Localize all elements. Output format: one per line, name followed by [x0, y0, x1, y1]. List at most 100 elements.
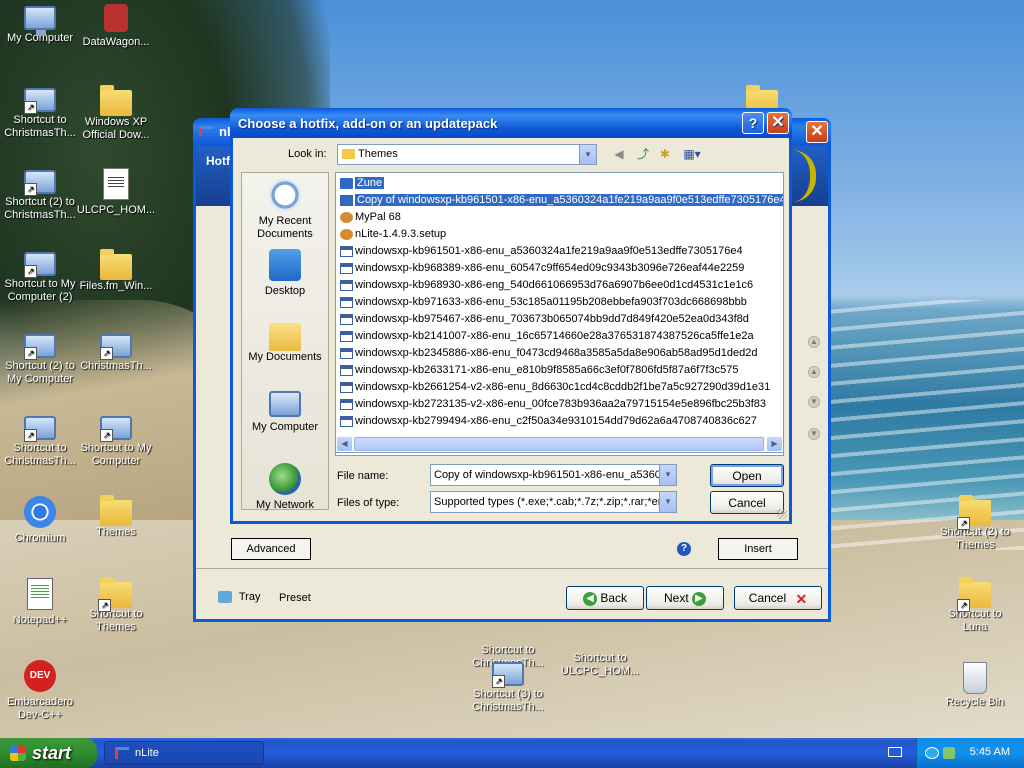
safely-remove-icon[interactable] — [943, 747, 955, 759]
file-list-item[interactable]: windowsxp-kb2799494-x86-enu_c2f50a34e931… — [338, 413, 783, 430]
desktop-icon-shortcut-my-computer-2[interactable]: Shortcut to My Computer (2) — [0, 250, 80, 304]
desktop-icon-chromium[interactable]: Chromium — [0, 496, 80, 545]
desktop-icon-shortcut-christmas[interactable]: Shortcut to ChristmasTh... — [0, 86, 80, 140]
chevron-down-icon[interactable]: ▼ — [659, 465, 676, 485]
file-list-item[interactable]: Copy of windowsxp-kb961501-x86-enu_a5360… — [338, 192, 783, 209]
tray-label: Tray — [238, 591, 261, 603]
up-folder-icon[interactable]: ⤴ — [635, 146, 651, 162]
chevron-down-icon[interactable]: ▼ — [579, 145, 596, 164]
desktop-icon-shortcut-luna[interactable]: Shortcut to Luna — [935, 577, 1015, 634]
desktop-icon-christmas[interactable]: ChristmasTh... — [76, 332, 156, 373]
application-icon — [340, 212, 353, 223]
view-menu-icon[interactable]: ▦▾ — [681, 146, 703, 162]
desktop-icon-shortcut-ulcpc[interactable]: Shortcut to ULCPC_HOM... — [560, 616, 640, 678]
desktop-icon-shortcut2-my-computer[interactable]: Shortcut (2) to My Computer — [0, 332, 80, 386]
move-down-icon[interactable]: ▼ — [808, 396, 820, 408]
file-name: nLite-1.4.9.3.setup — [355, 228, 447, 240]
desktop-icon-themes[interactable]: Themes — [76, 495, 156, 539]
desktop-icon-label: Windows XP Official Dow... — [82, 116, 150, 141]
cancel-button[interactable]: Cancel — [710, 491, 784, 514]
taskbar-item-label: nLite — [135, 747, 159, 759]
desktop-icon-datawagon[interactable]: DataWagon... — [76, 4, 156, 49]
desktop-icon-my-computer[interactable]: My Computer — [0, 4, 80, 45]
file-list-item[interactable]: windowsxp-kb961501-x86-enu_a5360324a1fe2… — [338, 243, 783, 260]
file-list-item[interactable]: windowsxp-kb968930-x86-eng_540d661066953… — [338, 277, 783, 294]
desktop-icon-label: DataWagon... — [82, 36, 150, 48]
file-type-select[interactable]: Supported types (*.exe;*.cab;*.7z;*.zip;… — [430, 491, 677, 513]
advanced-button[interactable]: Advanced — [231, 538, 311, 560]
my-computer-icon — [269, 391, 301, 417]
preset-button[interactable]: Preset — [279, 592, 311, 604]
file-list-item[interactable]: windowsxp-kb975467-x86-enu_703673b065074… — [338, 311, 783, 328]
back-button[interactable]: ◀ Back — [566, 586, 644, 610]
scroll-thumb[interactable] — [354, 437, 764, 451]
desktop-icon — [269, 249, 301, 281]
file-name-input[interactable]: Copy of windowsxp-kb961501-x86-enu_a5360… — [430, 464, 677, 486]
file-list[interactable]: Zune Copy of windowsxp-kb961501-x86-enu_a… — [335, 172, 784, 456]
file-list-item[interactable]: windowsxp-kb2141007-x86-enu_16c65714660e… — [338, 328, 783, 345]
tray-button[interactable]: Tray — [218, 591, 261, 604]
start-button[interactable]: start — [0, 738, 97, 768]
taskbar-item-nlite[interactable]: nLite — [104, 741, 264, 765]
horizontal-scrollbar[interactable]: ◀ ▶ — [335, 436, 784, 453]
desktop-icon-windows-xp-official[interactable]: Windows XP Official Dow... — [76, 85, 156, 142]
file-list-item[interactable]: nLite-1.4.9.3.setup — [338, 226, 783, 243]
help-icon[interactable]: ? — [677, 542, 691, 556]
move-bottom-icon[interactable]: ▼ — [808, 428, 820, 440]
file-name: Copy of windowsxp-kb961501-x86-enu_a5360… — [354, 193, 783, 207]
open-button[interactable]: Open — [710, 464, 784, 487]
next-button[interactable]: Next ▶ — [646, 586, 724, 610]
place-my-recent-documents[interactable]: My Recent Documents — [242, 179, 328, 241]
desktop-icon-shortcut3-christmas[interactable]: Shortcut (3) to ChristmasTh... — [468, 660, 548, 714]
clock[interactable]: 5:45 AM — [970, 746, 1010, 758]
desktop-icon-label: Chromium — [14, 532, 66, 544]
place-my-network[interactable]: My Network — [242, 463, 328, 512]
network-tray-icon[interactable] — [925, 747, 939, 759]
new-folder-icon[interactable]: ✱ — [657, 146, 673, 162]
desktop-icon-shortcut-themes[interactable]: Shortcut to Themes — [76, 577, 156, 634]
resize-grip[interactable] — [777, 509, 787, 519]
move-up-icon[interactable]: ▲ — [808, 366, 820, 378]
desktop-icon-ulcpc[interactable]: ULCPC_HOM... — [76, 168, 156, 217]
dialog-title-bar[interactable]: Choose a hotfix, add-on or an updatepack… — [230, 108, 792, 138]
executable-icon — [340, 399, 353, 410]
file-list-item[interactable]: windowsxp-kb971633-x86-enu_53c185a01195b… — [338, 294, 783, 311]
desktop-icon-label: Shortcut to Themes — [89, 608, 143, 633]
shortcut-icon — [24, 416, 56, 442]
move-top-icon[interactable]: ▲ — [808, 336, 820, 348]
chevron-down-icon[interactable]: ▼ — [659, 492, 676, 512]
look-in-combo[interactable]: Themes ▼ — [337, 144, 597, 165]
dialog-close-button[interactable]: ✕ — [767, 112, 789, 134]
scroll-left-icon[interactable]: ◀ — [337, 437, 352, 451]
place-my-documents[interactable]: My Documents — [242, 319, 328, 364]
nlite-close-button[interactable]: ✕ — [806, 121, 828, 143]
file-list-item[interactable]: windowsxp-kb2661254-v2-x86-enu_8d6630c1c… — [338, 379, 783, 396]
executable-icon — [339, 194, 354, 207]
file-name: windowsxp-kb968389-x86-enu_60547c9ff654e… — [355, 262, 745, 274]
insert-button[interactable]: Insert — [718, 538, 798, 560]
file-list-item[interactable]: windowsxp-kb2345886-x86-enu_f0473cd9468a… — [338, 345, 783, 362]
desktop-icon-notepad[interactable]: Notepad++ — [0, 578, 80, 627]
keyboard-icon[interactable] — [888, 747, 902, 757]
scroll-right-icon[interactable]: ▶ — [767, 437, 782, 451]
desktop-icon-shortcut-christmas-2[interactable]: Shortcut to ChristmasTh... — [0, 414, 80, 468]
desktop-icon-files-fm[interactable]: Files.fm_Win... — [76, 249, 156, 293]
file-list-item[interactable]: windowsxp-kb2723135-v2-x86-enu_00fce783b… — [338, 396, 783, 413]
place-desktop[interactable]: Desktop — [242, 249, 328, 298]
file-list-item[interactable]: MyPal 68 — [338, 209, 783, 226]
dialog-help-button[interactable]: ? — [742, 112, 764, 134]
file-list-item[interactable]: windowsxp-kb2633171-x86-enu_e810b9f8585a… — [338, 362, 783, 379]
file-list-item[interactable]: Zune — [338, 175, 783, 192]
place-my-computer[interactable]: My Computer — [242, 391, 328, 434]
executable-icon — [340, 365, 353, 376]
cancel-wizard-button[interactable]: Cancel ✕ — [734, 586, 822, 610]
desktop-icon-shortcut2-themes[interactable]: Shortcut (2) to Themes — [935, 495, 1015, 552]
back-nav-icon[interactable]: ◀ — [611, 146, 627, 162]
desktop-icon-shortcut2-christmas[interactable]: Shortcut (2) to ChristmasTh... — [0, 168, 80, 222]
desktop-icon-devcpp[interactable]: DEV Embarcadero Dev-C++ — [0, 660, 80, 722]
place-label: My Documents — [248, 351, 322, 363]
file-list-item[interactable]: windowsxp-kb968389-x86-enu_60547c9ff654e… — [338, 260, 783, 277]
desktop-icon-shortcut-my-computer[interactable]: Shortcut to My Computer — [76, 414, 156, 468]
desktop-icon-recycle-bin[interactable]: Recycle Bin — [935, 660, 1015, 709]
file-name: Zune — [355, 177, 385, 189]
